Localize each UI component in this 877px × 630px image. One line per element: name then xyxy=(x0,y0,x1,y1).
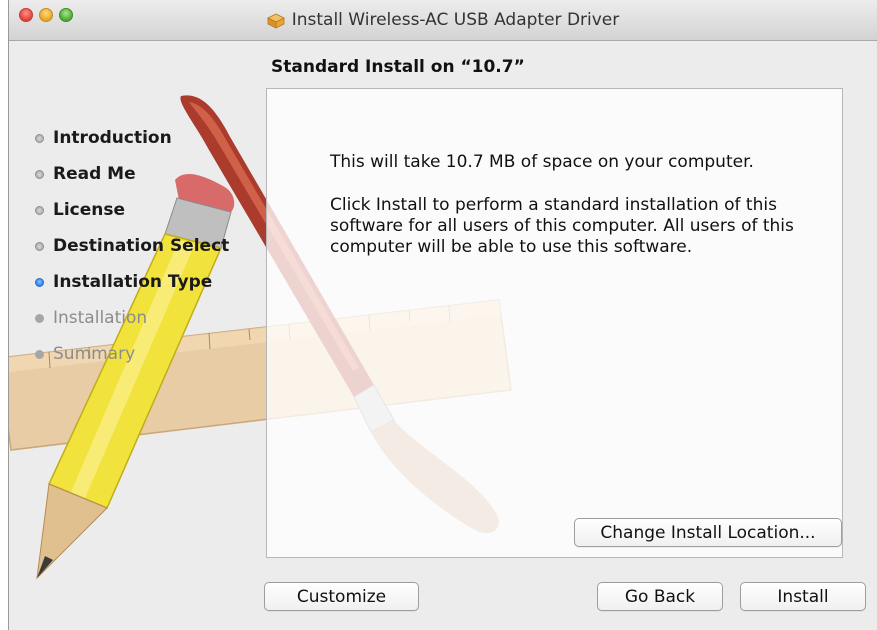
title-bar[interactable]: Install Wireless-AC USB Adapter Driver xyxy=(9,0,877,41)
step-label: License xyxy=(53,200,126,220)
customize-button[interactable]: Customize xyxy=(264,582,419,611)
content-panel: This will take 10.7 MB of space on your … xyxy=(266,88,843,558)
step-installation: Installation xyxy=(35,300,229,336)
package-icon xyxy=(266,13,285,29)
space-required-text: This will take 10.7 MB of space on your … xyxy=(330,152,754,172)
go-back-button[interactable]: Go Back xyxy=(597,582,723,611)
install-description: Click Install to perform a standard inst… xyxy=(330,195,794,257)
step-label: Introduction xyxy=(53,128,172,148)
step-label: Destination Select xyxy=(53,236,230,256)
step-status-icon xyxy=(35,313,44,323)
installer-steps: Introduction Read Me License Destination… xyxy=(35,120,229,372)
step-status-icon xyxy=(35,169,44,179)
install-button[interactable]: Install xyxy=(740,582,866,611)
step-status-icon xyxy=(35,133,44,143)
step-status-icon xyxy=(35,205,44,215)
step-label: Read Me xyxy=(53,164,136,184)
step-status-icon xyxy=(35,277,44,287)
step-introduction: Introduction xyxy=(35,120,229,156)
window-title: Install Wireless-AC USB Adapter Driver xyxy=(291,10,620,30)
step-summary: Summary xyxy=(35,336,229,372)
window-title-group: Install Wireless-AC USB Adapter Driver xyxy=(9,0,877,40)
step-label: Summary xyxy=(53,344,136,364)
step-read-me: Read Me xyxy=(35,156,229,192)
step-label: Installation xyxy=(53,308,148,328)
step-status-icon xyxy=(35,241,44,251)
installer-window: Install Wireless-AC USB Adapter Driver I… xyxy=(8,0,877,630)
step-status-icon xyxy=(35,349,44,359)
page-heading: Standard Install on “10.7” xyxy=(271,57,525,77)
step-destination-select: Destination Select xyxy=(35,228,229,264)
step-label: Installation Type xyxy=(53,272,213,292)
step-installation-type: Installation Type xyxy=(35,264,229,300)
step-license: License xyxy=(35,192,229,228)
change-install-location-button[interactable]: Change Install Location... xyxy=(574,518,842,547)
